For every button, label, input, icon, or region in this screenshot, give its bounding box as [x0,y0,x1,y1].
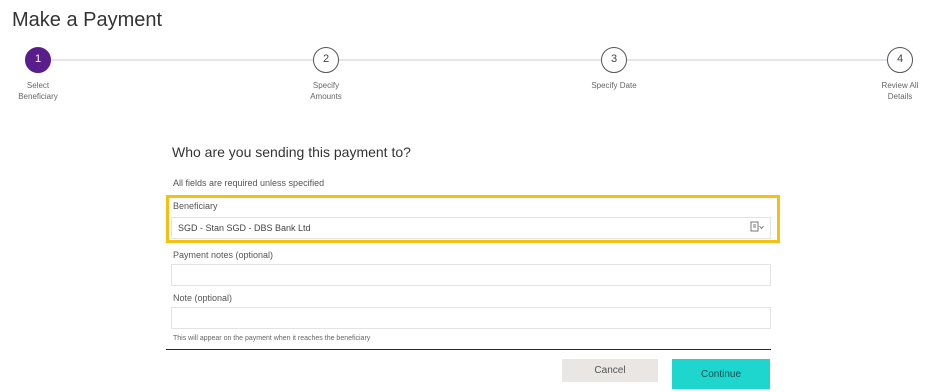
form-title: Who are you sending this payment to? [172,144,411,160]
step-label: Specify Amounts [310,81,342,101]
beneficiary-value: SGD - Stan SGD - DBS Bank Ltd [178,223,311,233]
step-label: Review All Details [881,81,919,101]
step-number: 3 [601,47,627,73]
note-help-text: This will appear on the payment when it … [173,335,371,342]
form-divider [166,349,771,350]
step-review-all-details[interactable]: 4 Review All Details [860,45,928,102]
progress-stepper: 1 Select Beneficiary 2 Specify Amounts 3… [0,45,928,105]
note-input[interactable] [171,307,771,329]
payment-notes-input[interactable] [171,264,771,286]
page-title: Make a Payment [12,9,163,31]
step-number: 1 [25,47,51,73]
step-specify-amounts[interactable]: 2 Specify Amounts [286,45,366,102]
cancel-button[interactable]: Cancel [562,359,658,382]
payment-notes-label: Payment notes (optional) [173,250,274,260]
step-specify-date[interactable]: 3 Specify Date [574,45,654,91]
contact-select-icon[interactable] [750,221,764,237]
note-label: Note (optional) [173,293,233,303]
step-number: 4 [887,47,913,73]
stepper-track [38,59,900,61]
beneficiary-select[interactable]: SGD - Stan SGD - DBS Bank Ltd [171,217,771,239]
step-select-beneficiary[interactable]: 1 Select Beneficiary [0,45,78,102]
step-number: 2 [313,47,339,73]
step-label: Select Beneficiary [18,81,58,101]
continue-button[interactable]: Continue [672,359,770,389]
step-label: Specify Date [591,81,637,90]
beneficiary-label: Beneficiary [173,201,218,211]
required-fields-hint: All fields are required unless specified [173,178,325,188]
